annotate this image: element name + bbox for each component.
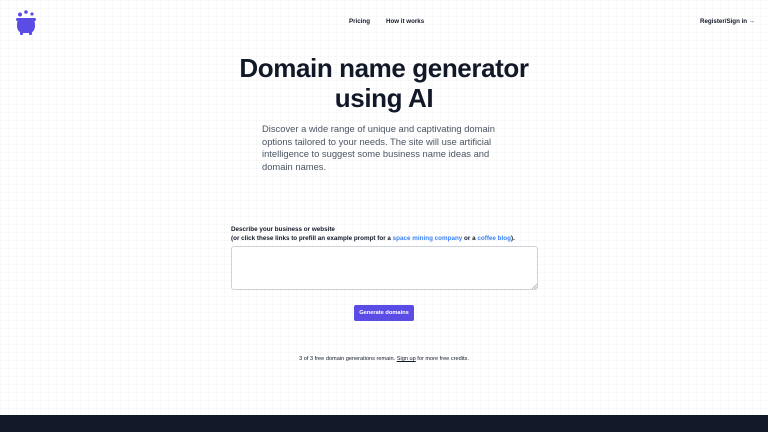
credits-suffix-text: for more free credits. [415, 356, 469, 362]
coffee-blog-example-link[interactable]: coffee blog [477, 235, 511, 242]
prompt-hint: (or click these links to prefill an exam… [231, 234, 515, 243]
hint-suffix-text: ). [510, 235, 515, 242]
generate-domains-button[interactable]: Generate domains [354, 305, 414, 321]
resize-grip-icon[interactable] [531, 283, 537, 289]
space-mining-example-link[interactable]: space mining company [393, 235, 463, 242]
sign-up-link[interactable]: Sign up [397, 356, 416, 362]
hint-prefix-text: (or click these links to prefill an exam… [231, 235, 393, 242]
business-description-textarea[interactable] [231, 246, 538, 290]
nav-how-it-works-link[interactable]: How it works [386, 18, 424, 25]
credits-notice: 3 of 3 free domain generations remain. S… [0, 356, 768, 362]
nav-pricing-link[interactable]: Pricing [349, 18, 370, 25]
cauldron-logo-icon[interactable] [14, 10, 38, 36]
hint-middle-text: or a [462, 235, 478, 242]
footer-bar [0, 415, 768, 432]
prompt-label: Describe your business or website [231, 226, 335, 233]
page-title: Domain name generator using AI [239, 53, 529, 113]
hero-description: Discover a wide range of unique and capt… [262, 123, 495, 173]
register-signin-link[interactable]: Register/Sign in → [700, 18, 755, 25]
credits-prefix-text: 3 of 3 free domain generations remain. [299, 356, 397, 362]
